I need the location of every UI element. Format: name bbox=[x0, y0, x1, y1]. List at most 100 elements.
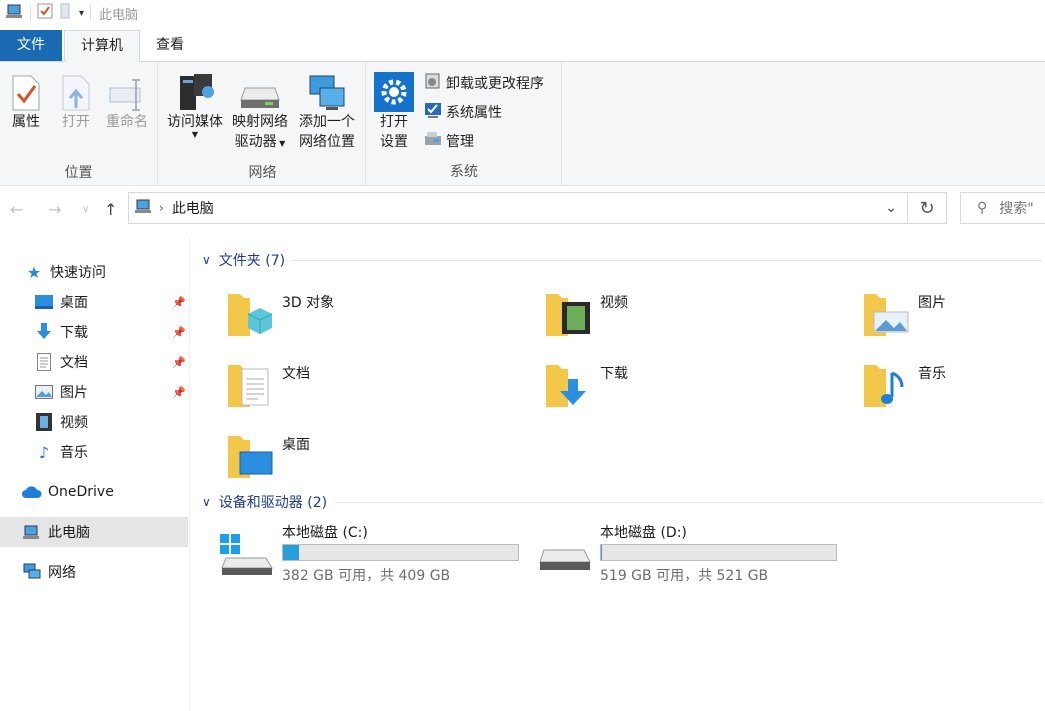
folder-label: 文档 bbox=[282, 366, 310, 382]
drive-c[interactable]: 本地磁盘 (C:) 382 GB 可用，共 409 GB bbox=[196, 522, 526, 584]
pin-icon[interactable]: 📌 bbox=[172, 326, 186, 339]
pin-icon[interactable]: 📌 bbox=[172, 356, 186, 369]
add-network-location-button[interactable]: 添加一个 网络位置 bbox=[294, 68, 360, 152]
3d-objects-folder-icon bbox=[226, 288, 274, 342]
drives-section-header[interactable]: ∨ 设备和驱动器 (2) bbox=[202, 492, 1042, 512]
chevron-down-icon: ▼ bbox=[191, 130, 199, 139]
network-location-icon bbox=[294, 68, 360, 112]
sidebar-item-label: 此电脑 bbox=[48, 525, 90, 541]
open-settings-button[interactable]: 打开 设置 bbox=[372, 68, 416, 152]
drive-usage-bar bbox=[282, 544, 519, 561]
system-group-label: 系统 bbox=[450, 164, 478, 180]
folder-desktop[interactable]: 桌面 bbox=[226, 430, 310, 484]
manage-icon bbox=[424, 130, 442, 152]
ribbon: 属性 打开 重命名 位置 访问媒体 ▼ 映射网络 驱动器 ▼ 添加一个 网络位置… bbox=[0, 62, 1045, 186]
properties-check-icon[interactable] bbox=[37, 3, 53, 23]
manage-button[interactable]: 管理 bbox=[424, 130, 474, 152]
search-placeholder: 搜索" bbox=[999, 201, 1034, 217]
document-icon bbox=[34, 352, 54, 372]
uninstall-program-button[interactable]: 卸载或更改程序 bbox=[424, 72, 544, 94]
search-box[interactable]: ⚲ 搜索" bbox=[960, 192, 1045, 224]
breadcrumb[interactable]: 此电脑 bbox=[172, 198, 214, 218]
folder-music[interactable]: 音乐 bbox=[862, 359, 946, 413]
add-location-label-2: 网络位置 bbox=[299, 134, 355, 150]
drive-info: 519 GB 可用，共 521 GB bbox=[600, 568, 769, 584]
folder-label: 桌面 bbox=[282, 437, 310, 453]
uninstall-icon bbox=[424, 72, 442, 94]
title-bar: ▾ 此电脑 bbox=[0, 0, 1045, 26]
content-pane: ∨ 文件夹 (7) 3D 对象 视频 图片 文档 下载 音乐 桌面 ∨ 设备和驱… bbox=[196, 236, 1045, 711]
desktop-icon bbox=[34, 292, 54, 312]
media-server-icon bbox=[164, 68, 226, 112]
sidebar-item-downloads[interactable]: 下载 📌 bbox=[0, 317, 188, 347]
customize-dropdown-icon[interactable]: ▾ bbox=[79, 8, 84, 19]
chevron-down-icon: ▼ bbox=[276, 139, 286, 148]
manage-label: 管理 bbox=[446, 134, 474, 150]
drive-d[interactable]: 本地磁盘 (D:) 519 GB 可用，共 521 GB bbox=[514, 522, 844, 584]
computer-icon bbox=[135, 198, 153, 218]
address-bar[interactable]: › 此电脑 ⌄ bbox=[128, 192, 908, 224]
film-icon bbox=[34, 412, 54, 432]
rename-icon bbox=[102, 68, 152, 112]
recent-dropdown-icon[interactable]: ∨ bbox=[82, 204, 89, 215]
folder-3d-objects[interactable]: 3D 对象 bbox=[226, 288, 334, 342]
sidebar-item-desktop[interactable]: 桌面 📌 bbox=[0, 287, 188, 317]
sidebar-item-network[interactable]: 网络 bbox=[0, 557, 188, 587]
folder-documents[interactable]: 文档 bbox=[226, 359, 310, 413]
access-media-button[interactable]: 访问媒体 ▼ bbox=[164, 68, 226, 139]
uninstall-label: 卸载或更改程序 bbox=[446, 76, 544, 92]
open-settings-label-2: 设置 bbox=[380, 134, 408, 150]
folder-downloads[interactable]: 下载 bbox=[544, 359, 628, 413]
sidebar-item-label: 文档 bbox=[60, 355, 88, 371]
sidebar-item-pictures[interactable]: 图片 📌 bbox=[0, 377, 188, 407]
sidebar-item-label: 网络 bbox=[48, 565, 76, 581]
folders-section-header[interactable]: ∨ 文件夹 (7) bbox=[202, 250, 1042, 270]
folder-pictures[interactable]: 图片 bbox=[862, 288, 946, 342]
pin-icon[interactable]: 📌 bbox=[172, 296, 186, 309]
pin-icon[interactable]: 📌 bbox=[172, 386, 186, 399]
music-folder-icon bbox=[862, 359, 910, 413]
breadcrumb-chevron-icon[interactable]: › bbox=[159, 201, 164, 215]
sidebar-item-videos[interactable]: 视频 bbox=[0, 407, 188, 437]
forward-arrow-icon[interactable]: → bbox=[48, 200, 61, 219]
location-group: 属性 打开 重命名 位置 bbox=[0, 62, 158, 186]
open-settings-label-1: 打开 bbox=[380, 114, 408, 130]
search-icon: ⚲ bbox=[977, 200, 988, 216]
map-network-drive-button[interactable]: 映射网络 驱动器 ▼ bbox=[228, 68, 292, 154]
rename-label: 重命名 bbox=[106, 114, 148, 130]
map-drive-label-2: 驱动器 ▼ bbox=[234, 134, 286, 150]
windows-drive-icon bbox=[220, 534, 274, 580]
properties-icon bbox=[8, 68, 44, 112]
chevron-down-icon: ∨ bbox=[202, 495, 211, 509]
sidebar-item-label: OneDrive bbox=[48, 484, 114, 500]
folder-videos[interactable]: 视频 bbox=[544, 288, 628, 342]
drive-usage-bar bbox=[600, 544, 837, 561]
refresh-button[interactable]: ↻ bbox=[908, 192, 947, 224]
up-arrow-icon[interactable]: ↑ bbox=[104, 200, 117, 219]
back-arrow-icon[interactable]: ← bbox=[10, 200, 23, 219]
properties-button[interactable]: 属性 bbox=[8, 68, 44, 132]
section-divider bbox=[293, 259, 1042, 261]
documents-folder-icon bbox=[226, 359, 274, 413]
tab-file[interactable]: 文件 bbox=[0, 30, 62, 61]
add-location-label-1: 添加一个 bbox=[299, 114, 355, 130]
sidebar-item-this-pc[interactable]: 此电脑 bbox=[0, 517, 188, 547]
downloads-folder-icon bbox=[544, 359, 592, 413]
sidebar-item-quick-access[interactable]: ★ 快速访问 bbox=[0, 257, 188, 287]
map-drive-label-1: 映射网络 bbox=[232, 114, 288, 130]
sidebar-item-documents[interactable]: 文档 📌 bbox=[0, 347, 188, 377]
network-group: 访问媒体 ▼ 映射网络 驱动器 ▼ 添加一个 网络位置 网络 bbox=[160, 62, 366, 186]
rename-button[interactable]: 重命名 bbox=[102, 68, 152, 132]
drive-usage-fill bbox=[601, 545, 602, 560]
folder-label: 音乐 bbox=[918, 366, 946, 382]
sidebar-item-onedrive[interactable]: OneDrive bbox=[0, 477, 188, 507]
open-button[interactable]: 打开 bbox=[58, 68, 94, 132]
system-properties-button[interactable]: 系统属性 bbox=[424, 101, 502, 123]
address-dropdown-icon[interactable]: ⌄ bbox=[885, 200, 897, 216]
tab-computer[interactable]: 计算机 bbox=[64, 30, 140, 62]
new-folder-icon[interactable] bbox=[59, 3, 73, 23]
tab-view[interactable]: 查看 bbox=[140, 30, 200, 61]
toolbar-divider bbox=[30, 5, 31, 21]
sidebar-item-music[interactable]: ♪ 音乐 bbox=[0, 437, 188, 467]
access-media-label: 访问媒体 bbox=[167, 114, 223, 130]
